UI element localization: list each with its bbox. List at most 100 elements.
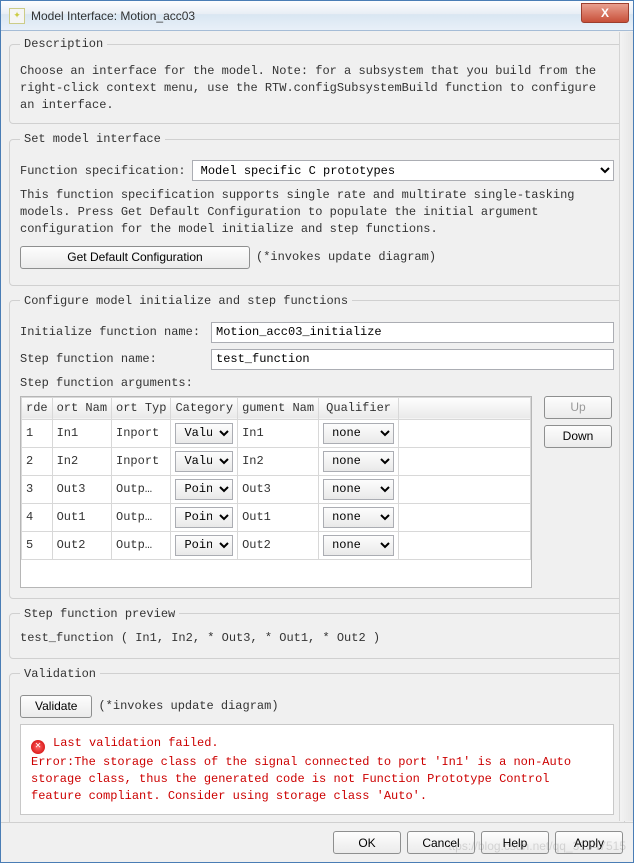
- spacer-cell: [399, 475, 531, 503]
- spacer-cell: [399, 447, 531, 475]
- table-header-spacer: [399, 397, 531, 419]
- qualifier-select-cell: none: [319, 503, 399, 531]
- portname-cell: In1: [52, 419, 111, 447]
- spacer-cell: [399, 419, 531, 447]
- argname-cell[interactable]: Out2: [238, 531, 319, 559]
- dialog-body: Description Choose an interface for the …: [1, 31, 633, 822]
- porttype-cell: Outp…: [112, 531, 171, 559]
- argname-cell[interactable]: In2: [238, 447, 319, 475]
- configure-functions-legend: Configure model initialize and step func…: [20, 294, 352, 308]
- portname-cell: In2: [52, 447, 111, 475]
- portname-cell: Out3: [52, 475, 111, 503]
- function-spec-note: This function specification supports sin…: [20, 187, 614, 237]
- down-button[interactable]: Down: [544, 425, 612, 448]
- order-cell: 5: [22, 531, 53, 559]
- error-header: Last validation failed.: [53, 736, 219, 750]
- order-cell: 1: [22, 419, 53, 447]
- qualifier-select[interactable]: none: [323, 507, 394, 528]
- function-specification-label: Function specification:: [20, 164, 186, 178]
- close-button[interactable]: X: [581, 3, 629, 23]
- qualifier-select[interactable]: none: [323, 479, 394, 500]
- table-header[interactable]: ort Typ: [112, 397, 171, 419]
- qualifier-select[interactable]: none: [323, 535, 394, 556]
- table-header[interactable]: Category: [171, 397, 238, 419]
- error-body: Error:The storage class of the signal co…: [31, 755, 571, 803]
- configure-functions-group: Configure model initialize and step func…: [9, 294, 625, 599]
- qualifier-select-cell: none: [319, 419, 399, 447]
- initialize-function-input[interactable]: [211, 322, 614, 343]
- dialog-footer: OK Cancel Help Apply: [1, 822, 633, 862]
- cancel-button[interactable]: Cancel: [407, 831, 475, 854]
- get-default-note: (*invokes update diagram): [256, 250, 436, 264]
- argname-cell[interactable]: Out1: [238, 503, 319, 531]
- table-row[interactable]: 1In1InportValueIn1none: [22, 419, 531, 447]
- qualifier-select-cell: none: [319, 531, 399, 559]
- category-select[interactable]: Value: [175, 451, 233, 472]
- order-cell: 2: [22, 447, 53, 475]
- set-model-interface-group: Set model interface Function specificati…: [9, 132, 625, 285]
- spacer-cell: [399, 531, 531, 559]
- step-function-label: Step function name:: [20, 352, 205, 366]
- argname-cell[interactable]: In1: [238, 419, 319, 447]
- porttype-cell: Inport: [112, 419, 171, 447]
- argname-cell[interactable]: Out3: [238, 475, 319, 503]
- table-header[interactable]: ort Nam: [52, 397, 111, 419]
- scrollbar-vertical[interactable]: [619, 32, 633, 821]
- order-cell: 3: [22, 475, 53, 503]
- validate-note: (*invokes update diagram): [98, 699, 278, 713]
- step-preview-text: test_function ( In1, In2, * Out3, * Out1…: [20, 629, 614, 648]
- porttype-cell: Outp…: [112, 475, 171, 503]
- get-default-configuration-button[interactable]: Get Default Configuration: [20, 246, 250, 269]
- porttype-cell: Outp…: [112, 503, 171, 531]
- porttype-cell: Inport: [112, 447, 171, 475]
- step-args-table: rdeort Namort TypCategorygument NamQuali…: [20, 396, 532, 588]
- table-row[interactable]: 4Out1Outp…PointOut1none: [22, 503, 531, 531]
- step-preview-group: Step function preview test_function ( In…: [9, 607, 625, 659]
- portname-cell: Out2: [52, 531, 111, 559]
- function-specification-select[interactable]: Model specific C prototypes: [192, 160, 614, 181]
- category-select-cell: Point: [171, 503, 238, 531]
- initialize-function-label: Initialize function name:: [20, 325, 205, 339]
- table-row[interactable]: 2In2InportValueIn2none: [22, 447, 531, 475]
- validation-group: Validation Validate (*invokes update dia…: [9, 667, 625, 822]
- validation-error-box: ✕ Last validation failed. Error:The stora…: [20, 724, 614, 815]
- category-select-cell: Value: [171, 447, 238, 475]
- table-header[interactable]: rde: [22, 397, 53, 419]
- category-select[interactable]: Point: [175, 479, 233, 500]
- up-button[interactable]: Up: [544, 396, 612, 419]
- category-select[interactable]: Point: [175, 535, 233, 556]
- window-title: Model Interface: Motion_acc03: [31, 9, 195, 23]
- table-row[interactable]: 5Out2Outp…PointOut2none: [22, 531, 531, 559]
- table-header[interactable]: gument Nam: [238, 397, 319, 419]
- qualifier-select[interactable]: none: [323, 451, 394, 472]
- category-select-cell: Value: [171, 419, 238, 447]
- order-cell: 4: [22, 503, 53, 531]
- table-row[interactable]: 3Out3Outp…PointOut3none: [22, 475, 531, 503]
- category-select-cell: Point: [171, 475, 238, 503]
- titlebar: ✦ Model Interface: Motion_acc03 X: [1, 1, 633, 31]
- spacer-cell: [399, 503, 531, 531]
- error-icon: ✕: [31, 740, 45, 754]
- validation-legend: Validation: [20, 667, 100, 681]
- portname-cell: Out1: [52, 503, 111, 531]
- qualifier-select-cell: none: [319, 447, 399, 475]
- step-preview-legend: Step function preview: [20, 607, 179, 621]
- validate-button[interactable]: Validate: [20, 695, 92, 718]
- step-function-input[interactable]: [211, 349, 614, 370]
- table-header[interactable]: Qualifier: [319, 397, 399, 419]
- qualifier-select[interactable]: none: [323, 423, 394, 444]
- app-icon: ✦: [9, 8, 25, 24]
- step-args-label: Step function arguments:: [20, 376, 193, 390]
- description-legend: Description: [20, 37, 107, 51]
- apply-button[interactable]: Apply: [555, 831, 623, 854]
- set-model-interface-legend: Set model interface: [20, 132, 165, 146]
- category-select[interactable]: Point: [175, 507, 233, 528]
- qualifier-select-cell: none: [319, 475, 399, 503]
- category-select[interactable]: Value: [175, 423, 233, 444]
- help-button[interactable]: Help: [481, 831, 549, 854]
- model-interface-window: ✦ Model Interface: Motion_acc03 X Descri…: [0, 0, 634, 863]
- ok-button[interactable]: OK: [333, 831, 401, 854]
- category-select-cell: Point: [171, 531, 238, 559]
- description-text: Choose an interface for the model. Note:…: [20, 63, 614, 113]
- description-group: Description Choose an interface for the …: [9, 37, 625, 124]
